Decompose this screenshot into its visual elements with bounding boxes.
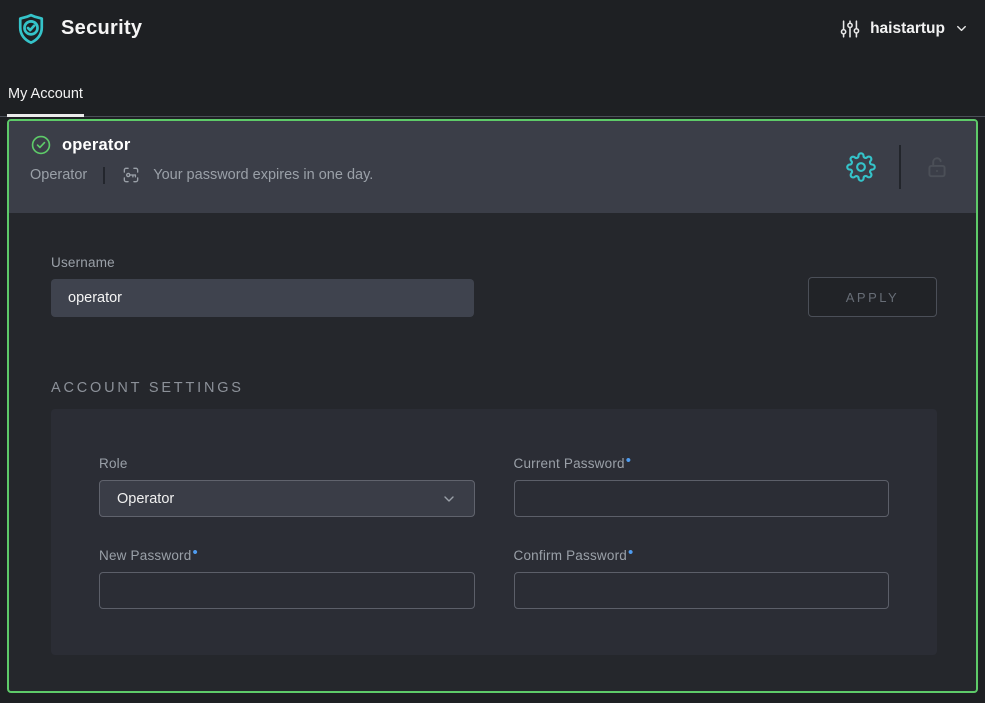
role-label: Role	[99, 456, 475, 471]
tab-bar: My Account	[0, 57, 985, 117]
user-role: Operator	[30, 167, 87, 183]
divider	[899, 145, 901, 189]
password-key-icon	[121, 165, 141, 185]
unlock-button[interactable]	[924, 154, 950, 180]
gear-icon	[846, 152, 876, 182]
user-summary-header: operator Operator Your password expires …	[9, 121, 976, 213]
required-marker: •	[192, 544, 197, 561]
app-bar: Security haistartup	[0, 0, 985, 57]
my-account-panel: operator Operator Your password expires …	[7, 119, 978, 693]
current-password-input[interactable]	[514, 480, 890, 517]
apply-button[interactable]: APPLY	[808, 277, 937, 317]
current-password-label: Current Password•	[514, 456, 890, 471]
page-title: Security	[61, 17, 142, 40]
account-name: haistartup	[870, 20, 945, 38]
confirm-password-label: Confirm Password•	[514, 548, 890, 563]
role-selected-value: Operator	[117, 491, 174, 507]
new-password-field-group: New Password•	[99, 548, 475, 609]
required-marker: •	[628, 544, 633, 561]
username-label: Username	[51, 255, 474, 270]
check-circle-icon	[30, 134, 52, 156]
sliders-icon	[839, 18, 861, 40]
account-settings-card: Role Operator Current Password• New Pass…	[51, 409, 937, 655]
current-password-field-group: Current Password•	[514, 456, 890, 517]
chevron-down-icon	[441, 491, 457, 507]
section-title-account-settings: ACCOUNT SETTINGS	[51, 380, 937, 396]
chevron-down-icon	[954, 21, 969, 36]
confirm-password-field-group: Confirm Password•	[514, 548, 890, 609]
unlock-icon	[924, 154, 950, 180]
new-password-label: New Password•	[99, 548, 475, 563]
username-input[interactable]	[51, 279, 474, 317]
new-password-input[interactable]	[99, 572, 475, 609]
user-name: operator	[62, 136, 131, 155]
password-expiry-notice: Your password expires in one day.	[153, 167, 373, 183]
account-form: Username APPLY ACCOUNT SETTINGS Role Ope…	[9, 213, 976, 655]
tab-my-account[interactable]: My Account	[7, 86, 84, 117]
required-marker: •	[626, 452, 631, 469]
role-select[interactable]: Operator	[99, 480, 475, 517]
shield-check-icon	[14, 12, 48, 46]
settings-gear-button[interactable]	[846, 152, 876, 182]
role-field-group: Role Operator	[99, 456, 475, 517]
confirm-password-input[interactable]	[514, 572, 890, 609]
account-menu[interactable]: haistartup	[839, 18, 969, 40]
divider	[103, 167, 105, 184]
